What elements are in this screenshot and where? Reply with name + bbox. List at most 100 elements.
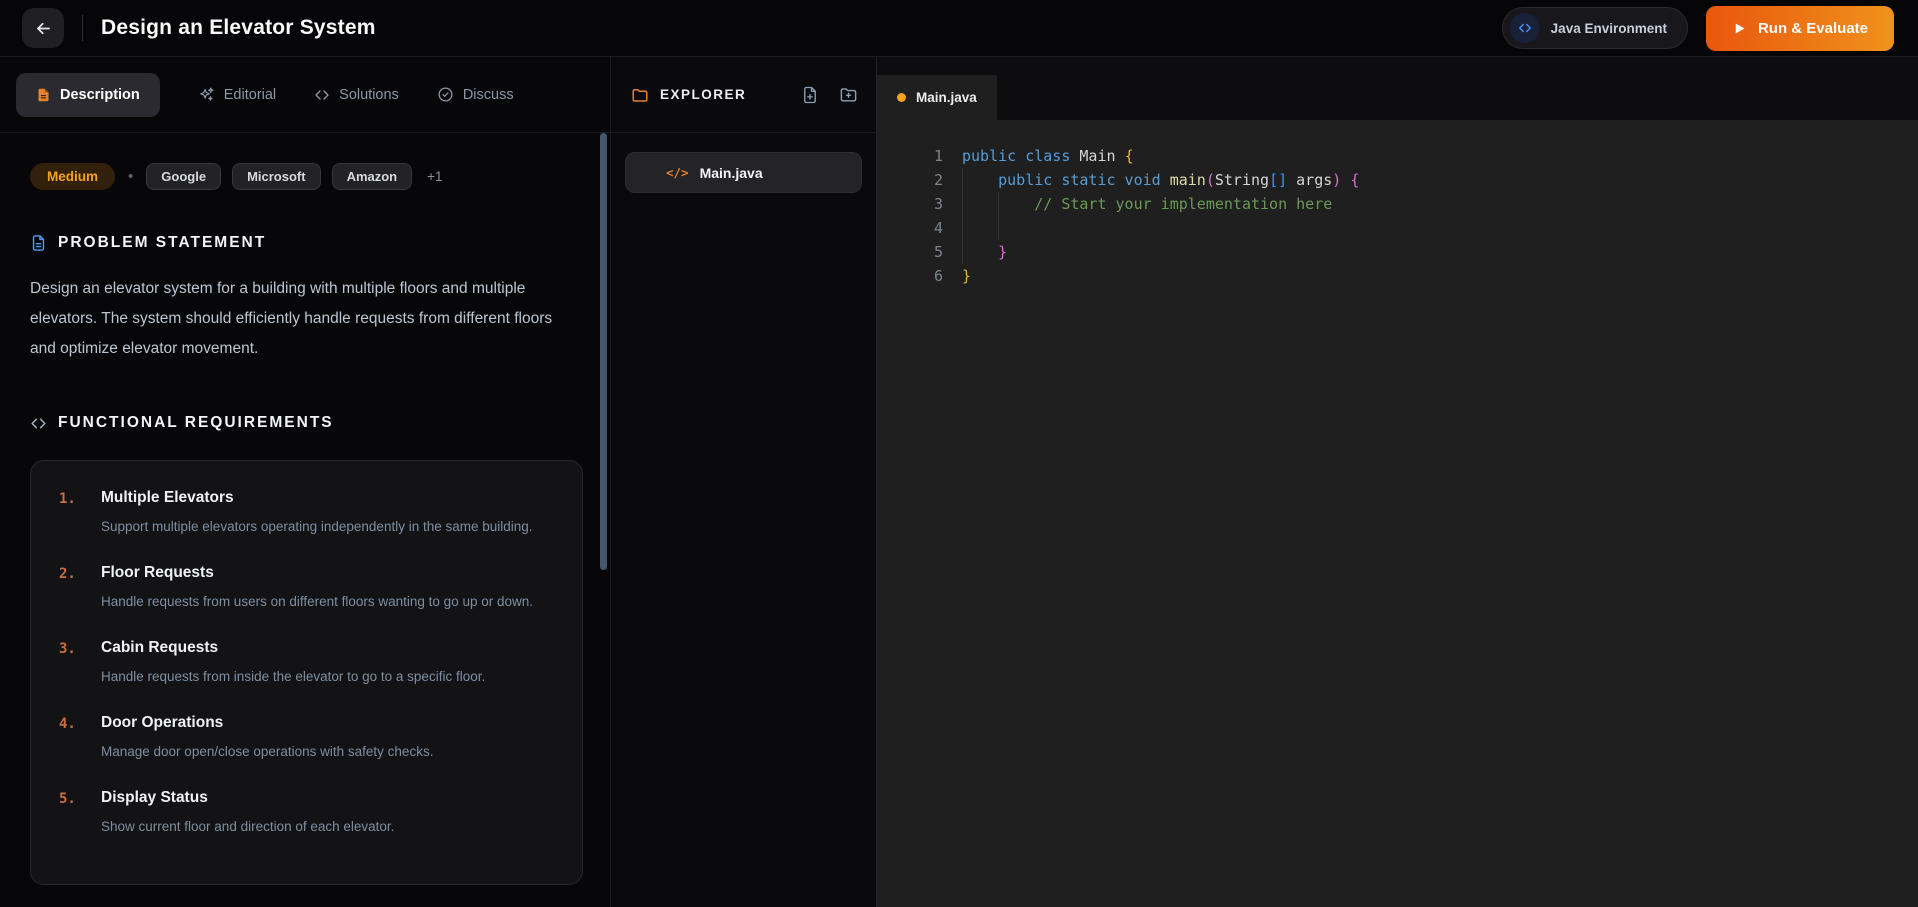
requirement-description: Show current floor and direction of each… <box>101 815 394 839</box>
company-badges: Google Microsoft Amazon <box>146 163 412 190</box>
line-content: // Start your implementation here <box>943 192 1332 216</box>
sparkles-icon <box>198 86 215 103</box>
tab-editorial[interactable]: Editorial <box>198 86 276 103</box>
heading-label: PROBLEM STATEMENT <box>58 234 266 252</box>
requirement-title: Floor Requests <box>101 564 533 582</box>
code-line: 1public class Main { <box>877 144 1918 168</box>
requirement-description: Handle requests from inside the elevator… <box>101 665 485 689</box>
company-badge: Google <box>146 163 221 190</box>
run-evaluate-label: Run & Evaluate <box>1758 20 1868 37</box>
folder-icon <box>631 86 649 104</box>
problem-meta: Medium • Google Microsoft Amazon +1 <box>30 163 572 190</box>
indent-guide <box>998 192 999 240</box>
main-layout: Description Editorial Solutions <box>0 57 1918 907</box>
heading-label: FUNCTIONAL REQUIREMENTS <box>58 414 334 432</box>
problem-statement-text: Design an elevator system for a building… <box>30 274 572 364</box>
code-brackets-icon <box>1510 13 1540 43</box>
requirement-title: Multiple Elevators <box>101 489 533 507</box>
editor-tab-label: Main.java <box>916 90 977 105</box>
requirement-item: 1.Multiple Elevators Support multiple ele… <box>59 489 554 539</box>
play-icon <box>1732 21 1747 36</box>
arrow-left-icon <box>34 19 53 38</box>
back-button[interactable] <box>22 8 64 48</box>
header-divider <box>82 15 83 41</box>
indent-guide <box>962 168 963 264</box>
line-content: } <box>943 264 971 288</box>
requirement-title: Door Operations <box>101 714 433 732</box>
requirement-number: 3. <box>59 639 101 689</box>
problem-content: Medium • Google Microsoft Amazon +1 PROBLE… <box>0 133 610 885</box>
problem-panel: Description Editorial Solutions <box>0 57 611 907</box>
requirement-title: Cabin Requests <box>101 639 485 657</box>
line-number: 3 <box>877 192 943 216</box>
tab-label: Editorial <box>224 87 276 103</box>
functional-requirements-heading: FUNCTIONAL REQUIREMENTS <box>30 414 572 432</box>
requirement-description: Support multiple elevators operating ind… <box>101 515 533 539</box>
difficulty-badge: Medium <box>30 163 115 190</box>
requirement-number: 5. <box>59 789 101 839</box>
folder-plus-icon <box>839 85 858 104</box>
requirement-number: 2. <box>59 564 101 614</box>
app-root: Design an Elevator System Java Environme… <box>0 0 1918 907</box>
code-editor-panel: Main.java 1public class Main {2 public s… <box>877 57 1918 907</box>
requirement-item: 3.Cabin Requests Handle requests from ins… <box>59 639 554 689</box>
file-item-main-java[interactable]: </> Main.java <box>625 152 862 193</box>
code-file-icon: </> <box>666 165 689 180</box>
page-title: Design an Elevator System <box>101 16 376 40</box>
environment-badge[interactable]: Java Environment <box>1502 7 1688 49</box>
requirement-description: Handle requests from users on different … <box>101 590 533 614</box>
line-content: public static void main(String[] args) { <box>943 168 1359 192</box>
problem-tabs: Description Editorial Solutions <box>0 57 610 133</box>
explorer-header: EXPLORER <box>611 57 876 133</box>
code-line: 3 // Start your implementation here <box>877 192 1918 216</box>
line-number: 5 <box>877 240 943 264</box>
line-number: 2 <box>877 168 943 192</box>
tab-description[interactable]: Description <box>16 73 160 117</box>
unsaved-dot-icon <box>897 93 906 102</box>
requirement-item: 4.Door Operations Manage door open/close … <box>59 714 554 764</box>
environment-label: Java Environment <box>1551 21 1667 36</box>
new-folder-button[interactable] <box>839 85 858 104</box>
tab-label: Discuss <box>463 87 514 103</box>
code-brackets-icon <box>314 87 330 103</box>
line-number: 6 <box>877 264 943 288</box>
run-evaluate-button[interactable]: Run & Evaluate <box>1706 6 1894 51</box>
problem-statement-heading: PROBLEM STATEMENT <box>30 234 572 252</box>
code-line: 4 <box>877 216 1918 240</box>
requirement-title: Display Status <box>101 789 394 807</box>
tab-solutions[interactable]: Solutions <box>314 87 399 103</box>
editor-tabbar: Main.java <box>877 57 1918 120</box>
code-line: 2 public static void main(String[] args)… <box>877 168 1918 192</box>
new-file-button[interactable] <box>801 86 819 104</box>
file-plus-icon <box>801 86 819 104</box>
editor-tab-main-java[interactable]: Main.java <box>877 75 997 120</box>
requirement-number: 4. <box>59 714 101 764</box>
requirement-number: 1. <box>59 489 101 539</box>
file-list: </> Main.java <box>611 133 876 212</box>
code-editor[interactable]: 1public class Main {2 public static void… <box>877 120 1918 907</box>
code-line: 5 } <box>877 240 1918 264</box>
document-icon <box>36 87 51 103</box>
requirement-item: 2.Floor Requests Handle requests from use… <box>59 564 554 614</box>
requirement-description: Manage door open/close operations with s… <box>101 740 433 764</box>
check-circle-icon <box>437 86 454 103</box>
file-name: Main.java <box>700 165 763 181</box>
document-icon <box>30 234 47 252</box>
company-badge: Amazon <box>332 163 413 190</box>
more-companies-label[interactable]: +1 <box>427 169 442 184</box>
panel-scrollbar[interactable] <box>600 133 607 570</box>
app-header: Design an Elevator System Java Environme… <box>0 0 1918 57</box>
file-explorer: EXPLORER </> Main.java <box>611 57 877 907</box>
meta-separator: • <box>128 168 133 185</box>
code-brackets-icon <box>30 415 47 432</box>
requirements-card: 1.Multiple Elevators Support multiple ele… <box>30 460 583 885</box>
line-number: 4 <box>877 216 943 240</box>
line-content <box>943 216 971 240</box>
tab-discuss[interactable]: Discuss <box>437 86 514 103</box>
line-number: 1 <box>877 144 943 168</box>
line-content: public class Main { <box>943 144 1134 168</box>
code-line: 6} <box>877 264 1918 288</box>
explorer-heading: EXPLORER <box>660 87 746 102</box>
tab-label: Solutions <box>339 87 399 103</box>
company-badge: Microsoft <box>232 163 321 190</box>
